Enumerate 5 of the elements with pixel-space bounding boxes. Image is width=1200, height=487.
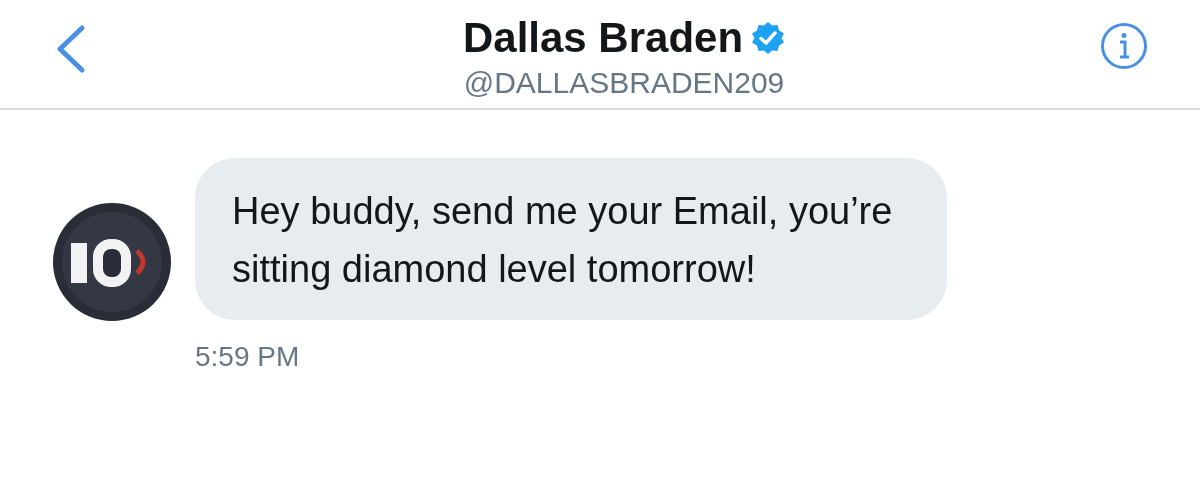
message-bubble: Hey buddy, send me your Email, you’re sitting diamond level tomorrow! (195, 158, 947, 320)
contact-handle: @DALLASBRADEN209 (463, 65, 785, 101)
contact-name: Dallas Braden (462, 14, 744, 62)
info-icon[interactable] (1100, 22, 1148, 70)
message-time: 5:59 PM (195, 340, 300, 374)
